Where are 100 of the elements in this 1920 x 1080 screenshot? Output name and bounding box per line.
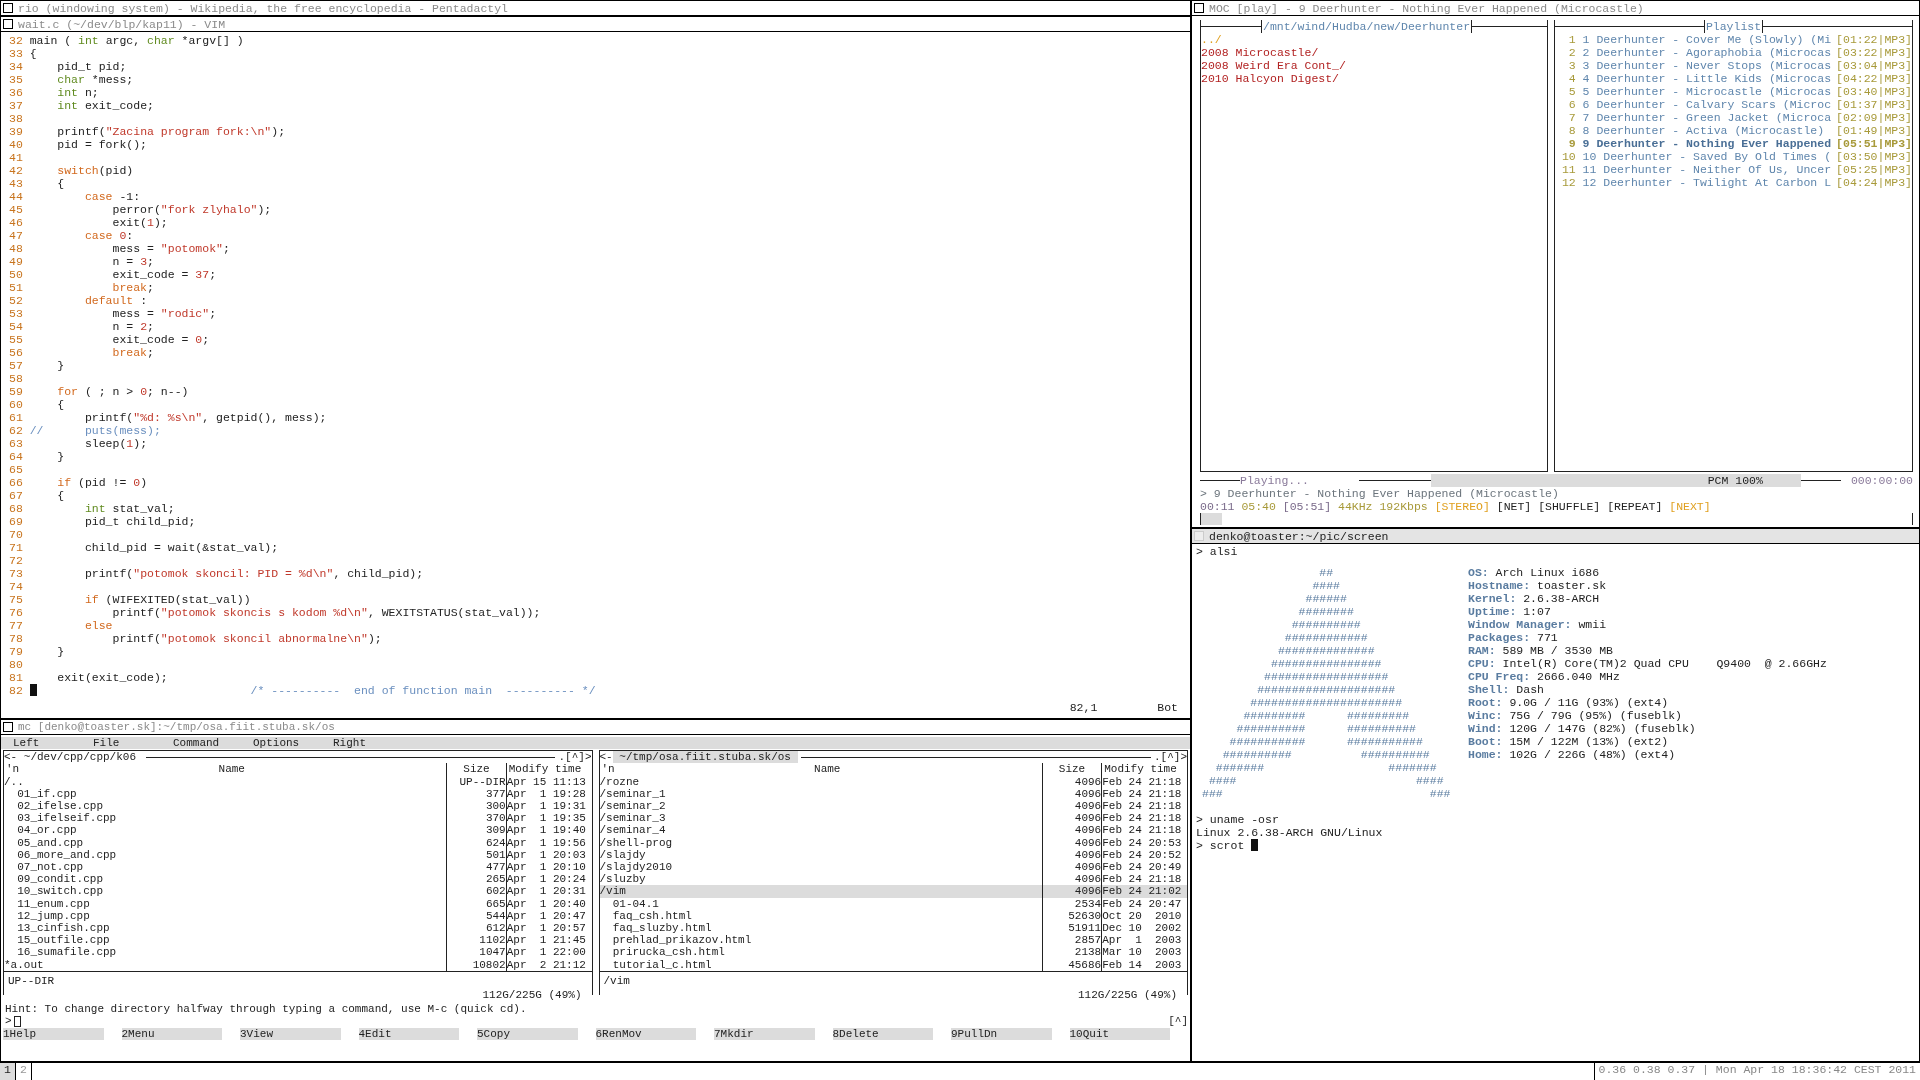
- code-line: case 0:: [83, 229, 134, 242]
- file-name[interactable]: 01-04.1: [599, 897, 1042, 910]
- file-size: 377: [446, 787, 506, 800]
- menu-item[interactable]: Options: [253, 737, 333, 750]
- playlist-row[interactable]: 4 4 Deerhunter - Little Kids (Microcas [04:22|MP3]: [1555, 72, 1912, 85]
- file-name[interactable]: /seminar_2: [599, 800, 1042, 813]
- playlist-row[interactable]: 3 3 Deerhunter - Never Stops (Microcas [03:04|MP3]: [1555, 59, 1912, 72]
- file-name[interactable]: 04_or.cpp: [4, 824, 447, 837]
- file-size: 2857: [1041, 934, 1102, 947]
- file-name[interactable]: 07_not.cpp: [4, 861, 447, 874]
- file-name[interactable]: /rozne: [599, 775, 1042, 788]
- file-name[interactable]: 09_condit.cpp: [4, 873, 447, 886]
- line-number: 64: [9, 450, 24, 463]
- playlist-row[interactable]: 1 1 Deerhunter - Cover Me (Slowly) (Mi [01:22|MP3]: [1555, 33, 1912, 46]
- window-box-icon[interactable]: [3, 3, 13, 13]
- menu-item[interactable]: Right: [333, 737, 413, 750]
- window-box-icon[interactable]: [3, 19, 13, 29]
- function-key[interactable]: 5Copy: [477, 1027, 578, 1040]
- file-name[interactable]: tutorial_c.html: [599, 958, 1042, 971]
- playlist-row[interactable]: 6 6 Deerhunter - Calvary Scars (Microc [01:37|MP3]: [1555, 98, 1912, 111]
- file-name[interactable]: 03_ifelseif.cpp: [4, 812, 447, 825]
- playlist-row[interactable]: 9 9 Deerhunter - Nothing Ever Happened [05:51|MP3]: [1555, 137, 1912, 150]
- file-name[interactable]: 16_sumafile.cpp: [4, 946, 447, 959]
- file-date: Apr 1 19:28: [505, 787, 592, 800]
- code-line: {: [56, 398, 65, 411]
- terminal-line: > uname -osr: [1196, 813, 1279, 826]
- line-number: 43: [9, 177, 24, 190]
- playlist-row[interactable]: 7 7 Deerhunter - Green Jacket (Microca [02:09|MP3]: [1555, 111, 1912, 124]
- file-size: 665: [446, 897, 506, 910]
- command-input[interactable]: [13, 1016, 21, 1028]
- directory-entry[interactable]: 2008 Weird Era Cont_/: [1201, 59, 1547, 72]
- file-name[interactable]: faq_sluzby.html: [599, 922, 1042, 935]
- playlist-row[interactable]: 11 11 Deerhunter - Neither Of Us, Uncer [05:25|MP3]: [1555, 163, 1912, 176]
- column-header: Modify time: [505, 763, 592, 776]
- function-key[interactable]: 8Delete: [832, 1027, 933, 1040]
- line-number: 36: [9, 86, 24, 99]
- window-title: mc [denko@toaster.sk]:~/tmp/osa.fiit.stuba.sk/os: [18, 720, 335, 734]
- file-name[interactable]: 12_jump.cpp: [4, 909, 447, 923]
- file-name[interactable]: /seminar_1: [599, 787, 1042, 800]
- panel-nav[interactable]: .[^]>: [558, 751, 592, 764]
- player-status: Playing...: [1240, 474, 1309, 487]
- file-name[interactable]: faq_csh.html: [599, 909, 1042, 923]
- function-key[interactable]: 3View: [240, 1027, 341, 1040]
- file-name[interactable]: 02_ifelse.cpp: [4, 800, 447, 813]
- function-key[interactable]: 7Mkdir: [714, 1027, 815, 1040]
- file-name[interactable]: *a.out: [4, 958, 447, 971]
- function-key[interactable]: 2Menu: [121, 1027, 222, 1040]
- file-name[interactable]: 05_and.cpp: [4, 836, 447, 849]
- menu-item[interactable]: File: [93, 737, 173, 750]
- function-key[interactable]: 4Edit: [358, 1027, 459, 1040]
- directory-entry[interactable]: 2010 Halcyon Digest/: [1201, 72, 1547, 85]
- file-name[interactable]: 10_switch.cpp: [4, 885, 447, 898]
- playlist-row[interactable]: 12 12 Deerhunter - Twilight At Carbon L [04:24|MP3]: [1555, 176, 1912, 189]
- file-name[interactable]: /slajdy2010: [599, 861, 1042, 874]
- menu-item[interactable]: Command: [173, 737, 253, 750]
- menu-item[interactable]: Left: [13, 737, 93, 750]
- function-key[interactable]: 9PullDn: [951, 1027, 1052, 1040]
- file-name[interactable]: /seminar_3: [599, 812, 1042, 825]
- file-name[interactable]: /seminar_4: [599, 824, 1042, 837]
- file-name[interactable]: 15_outfile.cpp: [4, 934, 447, 947]
- file-size: 4096: [1041, 885, 1102, 898]
- terminal-line: > alsi: [1196, 545, 1238, 558]
- function-key[interactable]: 6RenMov: [595, 1027, 696, 1040]
- back-arrow[interactable]: <-: [599, 751, 613, 764]
- file-date: Apr 1 20:47: [505, 909, 592, 923]
- file-name[interactable]: 01_if.cpp: [4, 787, 447, 800]
- directory-entry[interactable]: 2008 Microcastle/: [1201, 46, 1547, 59]
- playlist-row[interactable]: 8 8 Deerhunter - Activa (Microcastle) [01:49|MP3]: [1555, 124, 1912, 137]
- file-name[interactable]: /..: [4, 775, 447, 788]
- file-date: Mar 10 2003: [1101, 946, 1187, 959]
- window-box-icon[interactable]: [1194, 3, 1204, 13]
- file-date: Feb 24 21:18: [1101, 787, 1187, 800]
- file-size: 4096: [1041, 848, 1102, 862]
- panel-nav[interactable]: .[^]>: [1154, 751, 1187, 764]
- history-button[interactable]: [^]: [1168, 1015, 1188, 1028]
- file-size: 2534: [1041, 897, 1102, 910]
- system-info-line: OS: Arch Linux i686: [1468, 566, 1601, 579]
- file-name[interactable]: /slajdy: [599, 848, 1042, 862]
- file-name[interactable]: 06_more_and.cpp: [4, 848, 447, 862]
- function-key[interactable]: 10Quit: [1069, 1027, 1170, 1040]
- column-header: Modify time: [1101, 763, 1187, 776]
- file-name[interactable]: /vim: [599, 885, 1042, 898]
- function-key[interactable]: 1Help: [3, 1027, 104, 1040]
- file-name[interactable]: /shell-prog: [599, 836, 1042, 849]
- back-arrow[interactable]: <-: [4, 751, 18, 764]
- file-date: Apr 1 20:57: [505, 922, 592, 935]
- panel-title: Playlist: [1703, 20, 1764, 33]
- file-name[interactable]: prehlad_prikazov.html: [599, 934, 1042, 947]
- file-name[interactable]: 13_cinfish.cpp: [4, 922, 447, 935]
- playlist-row[interactable]: 10 10 Deerhunter - Saved By Old Times ( [03:50|MP3]: [1555, 150, 1912, 163]
- tag-button[interactable]: 1: [0, 1063, 16, 1080]
- line-number: 58: [9, 372, 24, 385]
- playlist-row[interactable]: 2 2 Deerhunter - Agoraphobia (Microcas [03:22|MP3]: [1555, 46, 1912, 59]
- file-date: Apr 15 11:13: [505, 775, 592, 788]
- window-box-icon[interactable]: [3, 722, 13, 732]
- playlist-row[interactable]: 5 5 Deerhunter - Microcastle (Microcas [03:40|MP3]: [1555, 85, 1912, 98]
- file-name[interactable]: /sluzby: [599, 873, 1042, 886]
- file-name[interactable]: prirucka_csh.html: [599, 946, 1042, 959]
- file-name[interactable]: 11_enum.cpp: [4, 897, 447, 910]
- line-number: 57: [9, 359, 24, 372]
